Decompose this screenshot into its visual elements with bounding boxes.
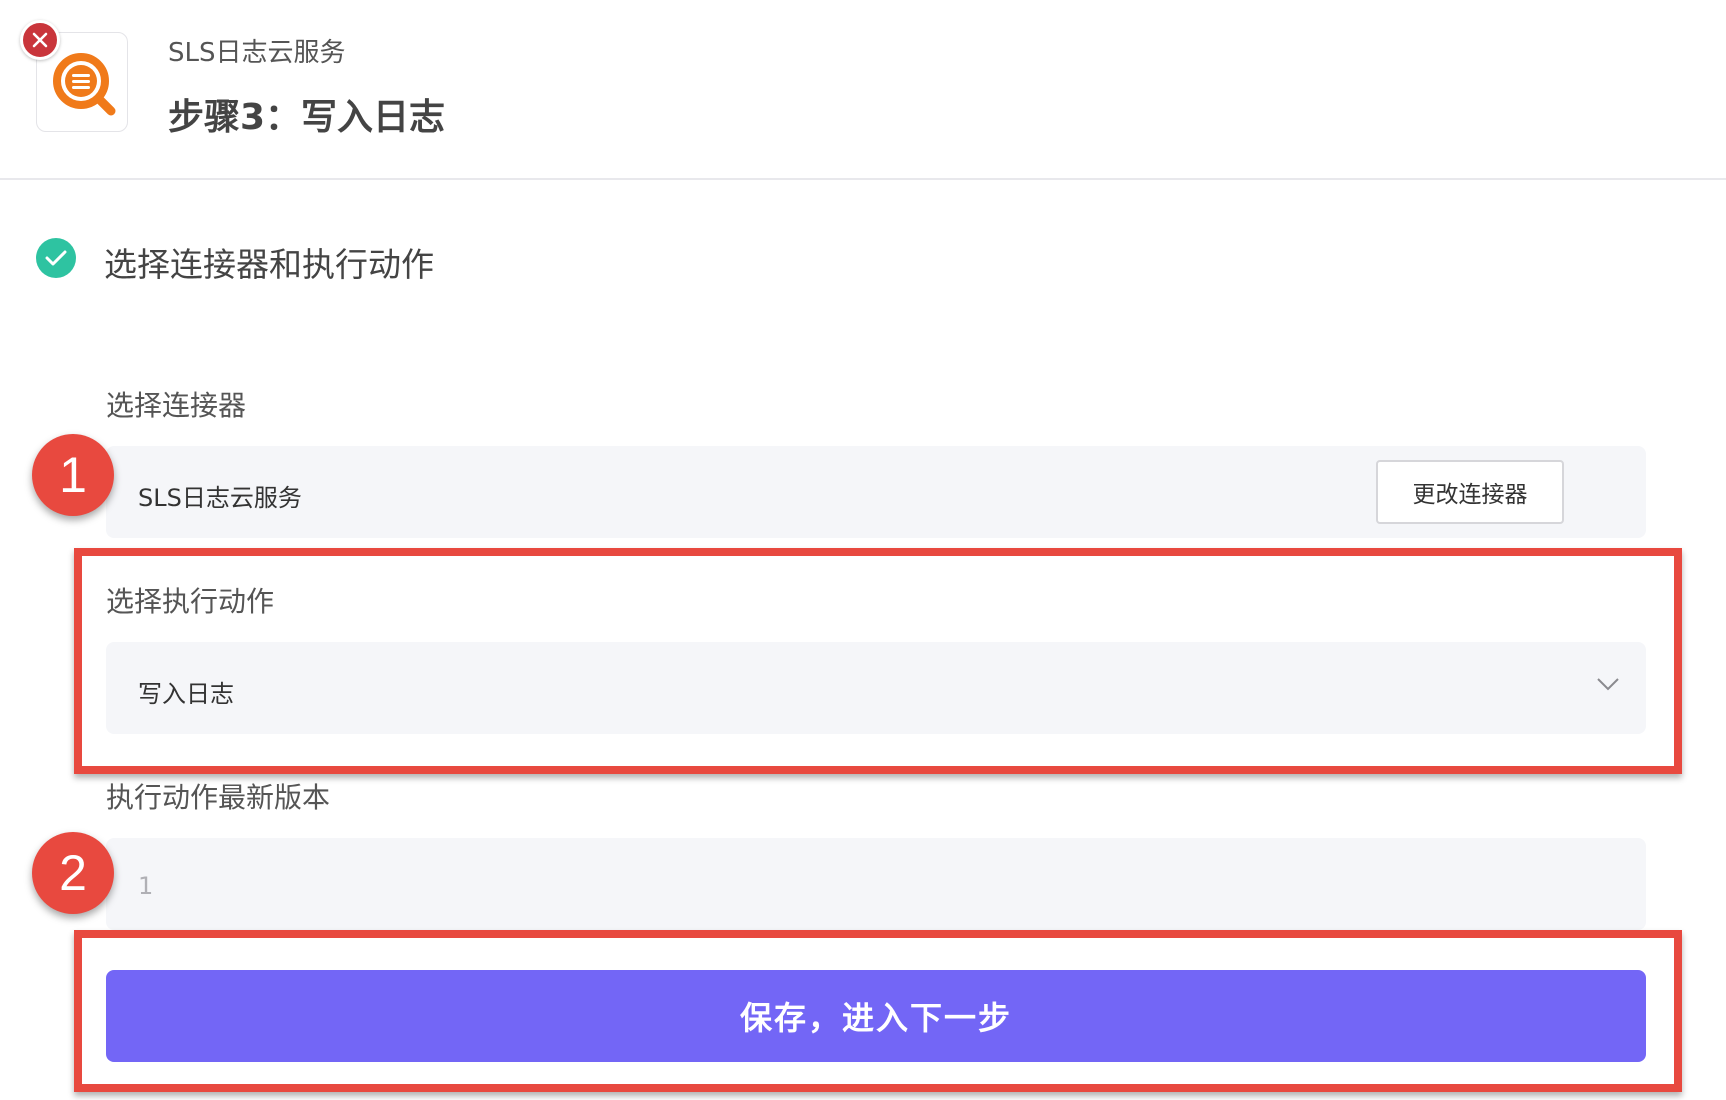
annotation-frame-action bbox=[74, 548, 1682, 774]
page-header: SLS日志云服务 步骤3：写入日志 bbox=[0, 0, 1726, 180]
connector-name: SLS日志云服务 bbox=[168, 38, 346, 68]
check-circle-icon bbox=[36, 238, 76, 278]
connector-field: SLS日志云服务 更改连接器 bbox=[106, 446, 1646, 538]
log-search-icon bbox=[53, 53, 116, 116]
annotation-frame-submit bbox=[74, 930, 1682, 1092]
version-field: 1 bbox=[106, 838, 1646, 930]
step-label: 选择连接器和执行动作 bbox=[104, 245, 434, 284]
close-button[interactable] bbox=[20, 20, 60, 60]
annotation-badge-1: 1 bbox=[32, 434, 114, 516]
version-label: 执行动作最新版本 bbox=[106, 781, 331, 814]
connector-label: 选择连接器 bbox=[106, 389, 247, 422]
change-connector-button[interactable]: 更改连接器 bbox=[1376, 460, 1564, 524]
version-value: 1 bbox=[138, 872, 154, 900]
close-icon bbox=[32, 32, 48, 48]
page-title: 步骤3：写入日志 bbox=[168, 97, 446, 138]
annotation-badge-2: 2 bbox=[32, 832, 114, 914]
connector-value: SLS日志云服务 bbox=[138, 484, 302, 512]
